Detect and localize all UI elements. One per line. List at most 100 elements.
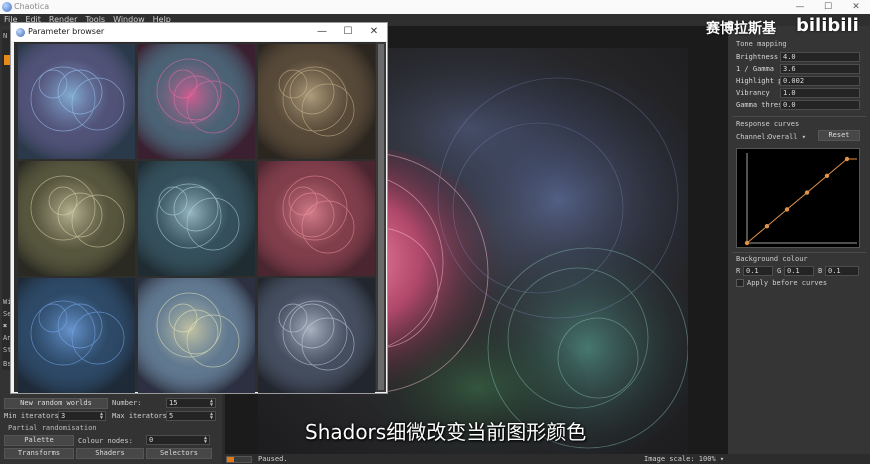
parameter-browser-icon [16,28,25,37]
curve-control-point[interactable] [744,240,750,246]
tone-param-label: Brightness [736,53,779,61]
render-progress-fill [227,457,235,462]
colour-nodes-spinner-icon[interactable]: ▲ ▼ [202,436,209,445]
image-scale-label[interactable]: Image scale: 100% ▾ [644,455,724,463]
min-iterators-input[interactable]: 3 ▲ ▼ [58,411,106,421]
bg-g-label: G [777,267,782,275]
bg-g-input[interactable]: 0.1 [784,266,814,276]
video-subtitle: Shadors细微改变当前图形颜色 [305,420,587,444]
app-title: Chaotica [14,2,50,11]
divider [732,116,866,117]
image-scale-caption: Image scale: [644,455,695,463]
parameter-browser-maximize-button[interactable]: ☐ [335,23,361,41]
partial-randomisation-label: Partial randomisation [8,424,97,432]
curve-control-point[interactable] [764,224,770,229]
tone-param-row: Brightness 4.0 [736,52,860,62]
curve-control-point[interactable] [844,156,850,162]
colour-nodes-value: 0 [149,436,154,444]
parameter-browser-grid [14,42,386,393]
tone-param-row: 1 / Gamma 3.6 [736,64,860,74]
flame-thumbnail[interactable] [18,161,135,276]
channel-watermark: 赛博拉斯基 [706,21,776,37]
palette-button[interactable]: Palette [4,435,74,446]
min-iterators-label: Min iterators: [4,412,64,420]
flame-thumbnail[interactable] [258,44,375,159]
parameter-browser-scrollbar[interactable] [376,42,386,392]
bg-r-value: 0.1 [746,267,759,275]
image-scale-value[interactable]: 100% [699,455,716,463]
number-value: 15 [169,399,178,407]
flame-thumbnail[interactable] [18,278,135,393]
chevron-down-icon[interactable]: ▾ [802,133,806,141]
channel-label: Channel: [736,133,770,141]
parameter-browser-dialog: Parameter browser — ☐ ✕ [10,22,388,394]
transforms-button[interactable]: Transforms [4,448,74,459]
bg-r-label: R [736,267,741,275]
flame-thumbnail[interactable] [258,278,375,393]
divider [732,252,866,253]
curve-control-point[interactable] [784,207,790,212]
background-colour-title: Background colour [736,255,808,263]
chevron-down-icon[interactable]: ▾ [720,455,724,463]
flame-thumbnail[interactable] [18,44,135,159]
tone-param-input[interactable]: 0.0 [780,100,860,110]
render-progress-bar [226,456,252,463]
maximize-button[interactable]: ☐ [814,0,842,14]
reset-curves-button[interactable]: Reset [818,130,860,141]
tone-param-input[interactable]: 4.0 [780,52,860,62]
bg-g-value: 0.1 [787,267,800,275]
flame-thumbnail[interactable] [258,161,375,276]
flame-thumbnail[interactable] [138,278,255,393]
parameter-browser-titlebar[interactable]: Parameter browser — ☐ ✕ [11,23,387,41]
apply-before-curves-label: Apply before curves [747,279,828,287]
tone-param-input[interactable]: 0.002 [780,76,860,86]
bilibili-logo: bilibili [796,15,859,36]
parameter-browser-title: Parameter browser [28,27,105,36]
parameter-browser-minimize-button[interactable]: — [309,23,335,41]
response-curves-title: Response curves [736,120,800,128]
curve-control-point[interactable] [824,173,830,178]
bg-b-label: B [818,267,823,275]
minimize-button[interactable]: — [786,0,814,14]
max-iterators-value: 5 [169,412,174,420]
scrollbar-thumb[interactable] [378,44,384,390]
tone-param-row: Vibrancy 1.0 [736,88,860,98]
shaders-button[interactable]: Shaders [76,448,144,459]
app-logo-icon [2,2,12,12]
app-titlebar: Chaotica — ☐ ✕ [0,0,870,14]
tone-param-label: 1 / Gamma [736,65,774,73]
bg-b-input[interactable]: 0.1 [825,266,859,276]
channel-value: Overall [768,133,798,141]
number-spinner-icon[interactable]: ▲ ▼ [208,399,215,408]
flame-thumbnail[interactable] [138,161,255,276]
new-random-worlds-button[interactable]: New random worlds [4,398,108,409]
max-iterators-spinner-icon[interactable]: ▲ ▼ [208,412,215,421]
window-controls: — ☐ ✕ [786,0,870,14]
apply-before-curves-checkbox[interactable] [736,279,744,287]
colour-nodes-input[interactable]: 0 ▲ ▼ [146,435,210,445]
number-input[interactable]: 15 ▲ ▼ [166,398,216,408]
parameter-browser-close-button[interactable]: ✕ [361,23,387,41]
curve-control-point[interactable] [804,190,810,195]
status-bar: Paused. Image scale: 100% ▾ [222,454,870,464]
max-iterators-input[interactable]: 5 ▲ ▼ [166,411,216,421]
tone-param-input[interactable]: 1.0 [780,88,860,98]
tone-param-input[interactable]: 3.6 [780,64,860,74]
curve-line [746,158,857,244]
dock-hint-n: N [3,32,8,40]
min-iterators-spinner-icon[interactable]: ▲ ▼ [98,412,105,421]
flame-thumbnail[interactable] [138,44,255,159]
max-iterators-label: Max iterators: [112,412,172,420]
min-iterators-value: 3 [61,412,66,420]
status-text: Paused. [258,455,288,463]
dock-hint-x[interactable]: ✖ [3,322,7,330]
tone-mapping-title: Tone mapping [736,40,787,48]
selectors-button[interactable]: Selectors [146,448,212,459]
channel-select[interactable]: Overall ▾ [768,133,806,141]
tone-param-row: Gamma thresh. 0.0 [736,100,860,110]
number-label: Number: [112,399,142,407]
bg-r-input[interactable]: 0.1 [743,266,773,276]
response-curve-editor[interactable] [736,148,860,248]
close-button[interactable]: ✕ [842,0,870,14]
tone-param-row: Highlight power 0.002 [736,76,860,86]
